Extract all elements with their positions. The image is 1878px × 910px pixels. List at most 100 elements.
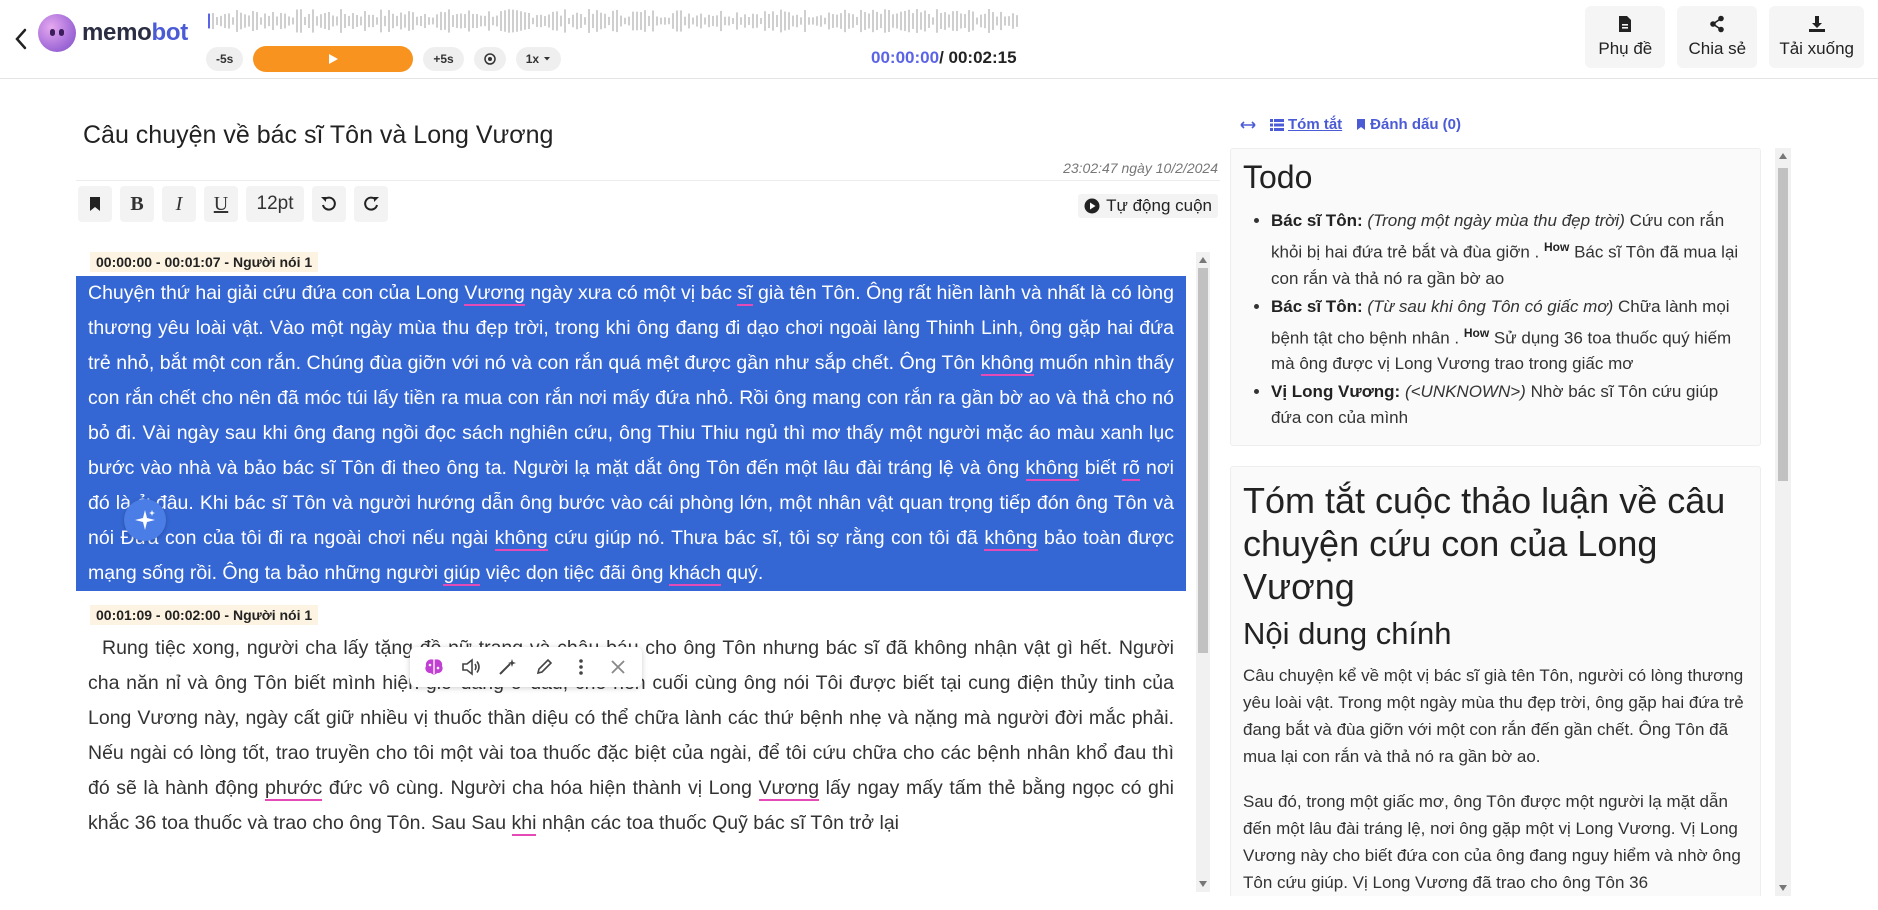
waveform-bar: [728, 16, 730, 26]
transcript-scrollbar[interactable]: [1196, 252, 1210, 892]
subtitle-button[interactable]: Phụ đề: [1585, 6, 1666, 68]
speak-button[interactable]: [457, 653, 485, 681]
audio-waveform[interactable]: [206, 8, 1021, 34]
ai-assist-button[interactable]: [124, 499, 166, 541]
tab-summary-label: Tóm tắt: [1288, 116, 1343, 133]
waveform-bar: [380, 9, 382, 33]
waveform-bar: [948, 14, 950, 28]
scroll-down-arrow-icon[interactable]: [1199, 881, 1207, 887]
waveform-bar: [724, 16, 726, 26]
waveform-bar: [684, 16, 686, 26]
flagged-word[interactable]: Vương: [758, 777, 820, 801]
waveform-bar: [304, 16, 306, 26]
summary-scrollbar[interactable]: [1775, 148, 1791, 896]
target-button[interactable]: [473, 47, 506, 71]
waveform-bar: [600, 12, 602, 30]
speaker-icon: [462, 658, 480, 676]
segment-text-selected[interactable]: Chuyện thứ hai giải cứu đứa con của Long…: [76, 276, 1186, 591]
ai-brain-button[interactable]: [420, 653, 448, 681]
play-button[interactable]: [253, 46, 414, 72]
waveform-bar: [856, 16, 858, 26]
flagged-word[interactable]: không: [984, 527, 1038, 551]
top-actions: Phụ đề Chia sẻ Tải xuống: [1585, 6, 1864, 68]
download-button[interactable]: Tải xuống: [1769, 6, 1864, 68]
speed-select[interactable]: 1x: [515, 47, 562, 71]
document-title[interactable]: Câu chuyện về bác sĩ Tôn và Long Vương: [83, 121, 553, 150]
todo-how-label: How: [1463, 325, 1490, 340]
waveform-bar: [208, 13, 210, 29]
flagged-word[interactable]: giúp: [443, 562, 481, 586]
magic-wand-button[interactable]: [494, 653, 522, 681]
tab-summary[interactable]: Tóm tắt: [1270, 116, 1342, 133]
waveform-bar: [588, 9, 590, 33]
close-toolbar-button[interactable]: [604, 653, 632, 681]
segment-header[interactable]: 00:01:09 - 00:02:00 - Người nói 1: [90, 605, 319, 625]
waveform-bar: [708, 14, 710, 28]
flagged-word[interactable]: không: [980, 352, 1034, 376]
todo-item: Bác sĩ Tôn: (Trong một ngày mùa thu đẹp …: [1271, 208, 1748, 292]
waveform-bar: [740, 17, 742, 25]
waveform-bar: [932, 17, 934, 25]
waveform-bar: [584, 17, 586, 25]
waveform-bar: [572, 14, 574, 28]
bold-button[interactable]: B: [120, 186, 154, 222]
app-logo[interactable]: memobot: [38, 14, 188, 52]
waveform-bar: [616, 9, 618, 33]
waveform-bar: [1016, 15, 1018, 27]
waveform-bar: [236, 10, 238, 32]
flagged-word[interactable]: Vương: [464, 282, 525, 306]
divider: [76, 180, 1220, 181]
waveform-bar: [356, 15, 358, 27]
scrollbar-thumb[interactable]: [1198, 268, 1208, 653]
tab-bookmarks-label: Đánh dấu (0): [1370, 116, 1462, 133]
waveform-bar: [1000, 11, 1002, 31]
transcript-area[interactable]: 00:00:00 - 00:01:07 - Người nói 1 Chuyện…: [76, 252, 1186, 892]
flagged-word[interactable]: phước: [265, 777, 323, 801]
scroll-up-arrow-icon[interactable]: [1779, 153, 1787, 159]
italic-button[interactable]: I: [162, 186, 196, 222]
flagged-word[interactable]: rõ: [1122, 457, 1140, 481]
expand-arrows-icon: [1240, 120, 1256, 129]
flagged-word[interactable]: khách: [668, 562, 721, 586]
expand-panel-button[interactable]: [1240, 120, 1256, 130]
waveform-bar: [264, 13, 266, 29]
waveform-bar: [716, 15, 718, 27]
waveform-bar: [500, 11, 502, 31]
flagged-word[interactable]: không: [1025, 457, 1079, 481]
font-size-select[interactable]: 12pt: [246, 186, 304, 222]
waveform-bar: [780, 9, 782, 33]
flagged-word[interactable]: khi: [511, 812, 537, 836]
segment-header[interactable]: 00:00:00 - 00:01:07 - Người nói 1: [90, 252, 319, 272]
scroll-up-arrow-icon[interactable]: [1199, 257, 1207, 263]
flagged-word[interactable]: không: [494, 527, 548, 551]
tab-bookmarks[interactable]: Đánh dấu (0): [1356, 116, 1461, 133]
skip-forward-button[interactable]: +5s: [423, 47, 464, 71]
redo-button[interactable]: [354, 186, 388, 222]
back-button[interactable]: [10, 26, 32, 52]
more-options-button[interactable]: [567, 653, 595, 681]
skip-back-button[interactable]: -5s: [206, 47, 244, 71]
waveform-bar: [644, 10, 646, 32]
waveform-bar: [352, 13, 354, 29]
waveform-bar: [592, 13, 594, 29]
waveform-bar: [376, 17, 378, 25]
underline-button[interactable]: U: [204, 186, 238, 222]
scrollbar-thumb[interactable]: [1778, 168, 1788, 481]
bookmark-button[interactable]: [78, 186, 112, 222]
more-vertical-icon: [579, 659, 583, 675]
share-button[interactable]: Chia sẻ: [1677, 6, 1758, 68]
waveform-bar: [496, 15, 498, 27]
summary-panel[interactable]: Todo Bác sĩ Tôn: (Trong một ngày mùa thu…: [1230, 148, 1793, 896]
waveform-bar: [596, 10, 598, 32]
waveform-bar: [348, 15, 350, 27]
memobot-logo-icon: [38, 14, 76, 52]
waveform-bar: [296, 9, 298, 33]
undo-button[interactable]: [312, 186, 346, 222]
waveform-bar: [884, 9, 886, 33]
waveform-bar: [312, 9, 314, 33]
edit-button[interactable]: [530, 653, 558, 681]
scroll-down-arrow-icon[interactable]: [1779, 885, 1787, 891]
flagged-word[interactable]: sĩ: [737, 282, 753, 306]
autoscroll-toggle[interactable]: Tự động cuộn: [1078, 194, 1218, 218]
waveform-bar: [756, 14, 758, 28]
